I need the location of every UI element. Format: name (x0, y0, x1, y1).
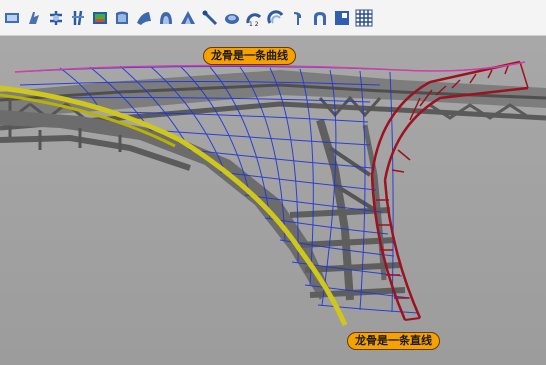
svg-text:1 2: 1 2 (249, 21, 259, 27)
grid-icon[interactable] (354, 8, 374, 28)
corner-surface-icon[interactable] (200, 8, 220, 28)
cap-icon[interactable] (288, 8, 308, 28)
drape-icon[interactable] (332, 8, 352, 28)
patch-icon[interactable] (156, 8, 176, 28)
callout-straight-keel: 龙骨是一条直线 (347, 332, 440, 350)
network-surface-icon[interactable] (134, 8, 154, 28)
rail-revolve-icon[interactable] (68, 8, 88, 28)
roof-model-render (0, 60, 546, 326)
surface-from-curves-icon[interactable] (2, 8, 22, 28)
sweep-icon[interactable] (90, 8, 110, 28)
extrude-icon[interactable] (24, 8, 44, 28)
offset-surface-icon[interactable]: 1 2 (244, 8, 264, 28)
3d-viewport[interactable]: 龙骨是一条曲线 龙骨是一条直线 (0, 36, 546, 365)
blend-icon[interactable] (222, 8, 242, 28)
toolbar: 1 2 (0, 0, 546, 36)
callout-curve-keel: 龙骨是一条曲线 (203, 47, 296, 65)
edge-surface-icon[interactable] (178, 8, 198, 28)
fillet-surface-icon[interactable] (266, 8, 286, 28)
left-truss (0, 110, 330, 300)
loft-icon[interactable] (112, 8, 132, 28)
revolve-icon[interactable] (46, 8, 66, 28)
unroll-icon[interactable] (310, 8, 330, 28)
